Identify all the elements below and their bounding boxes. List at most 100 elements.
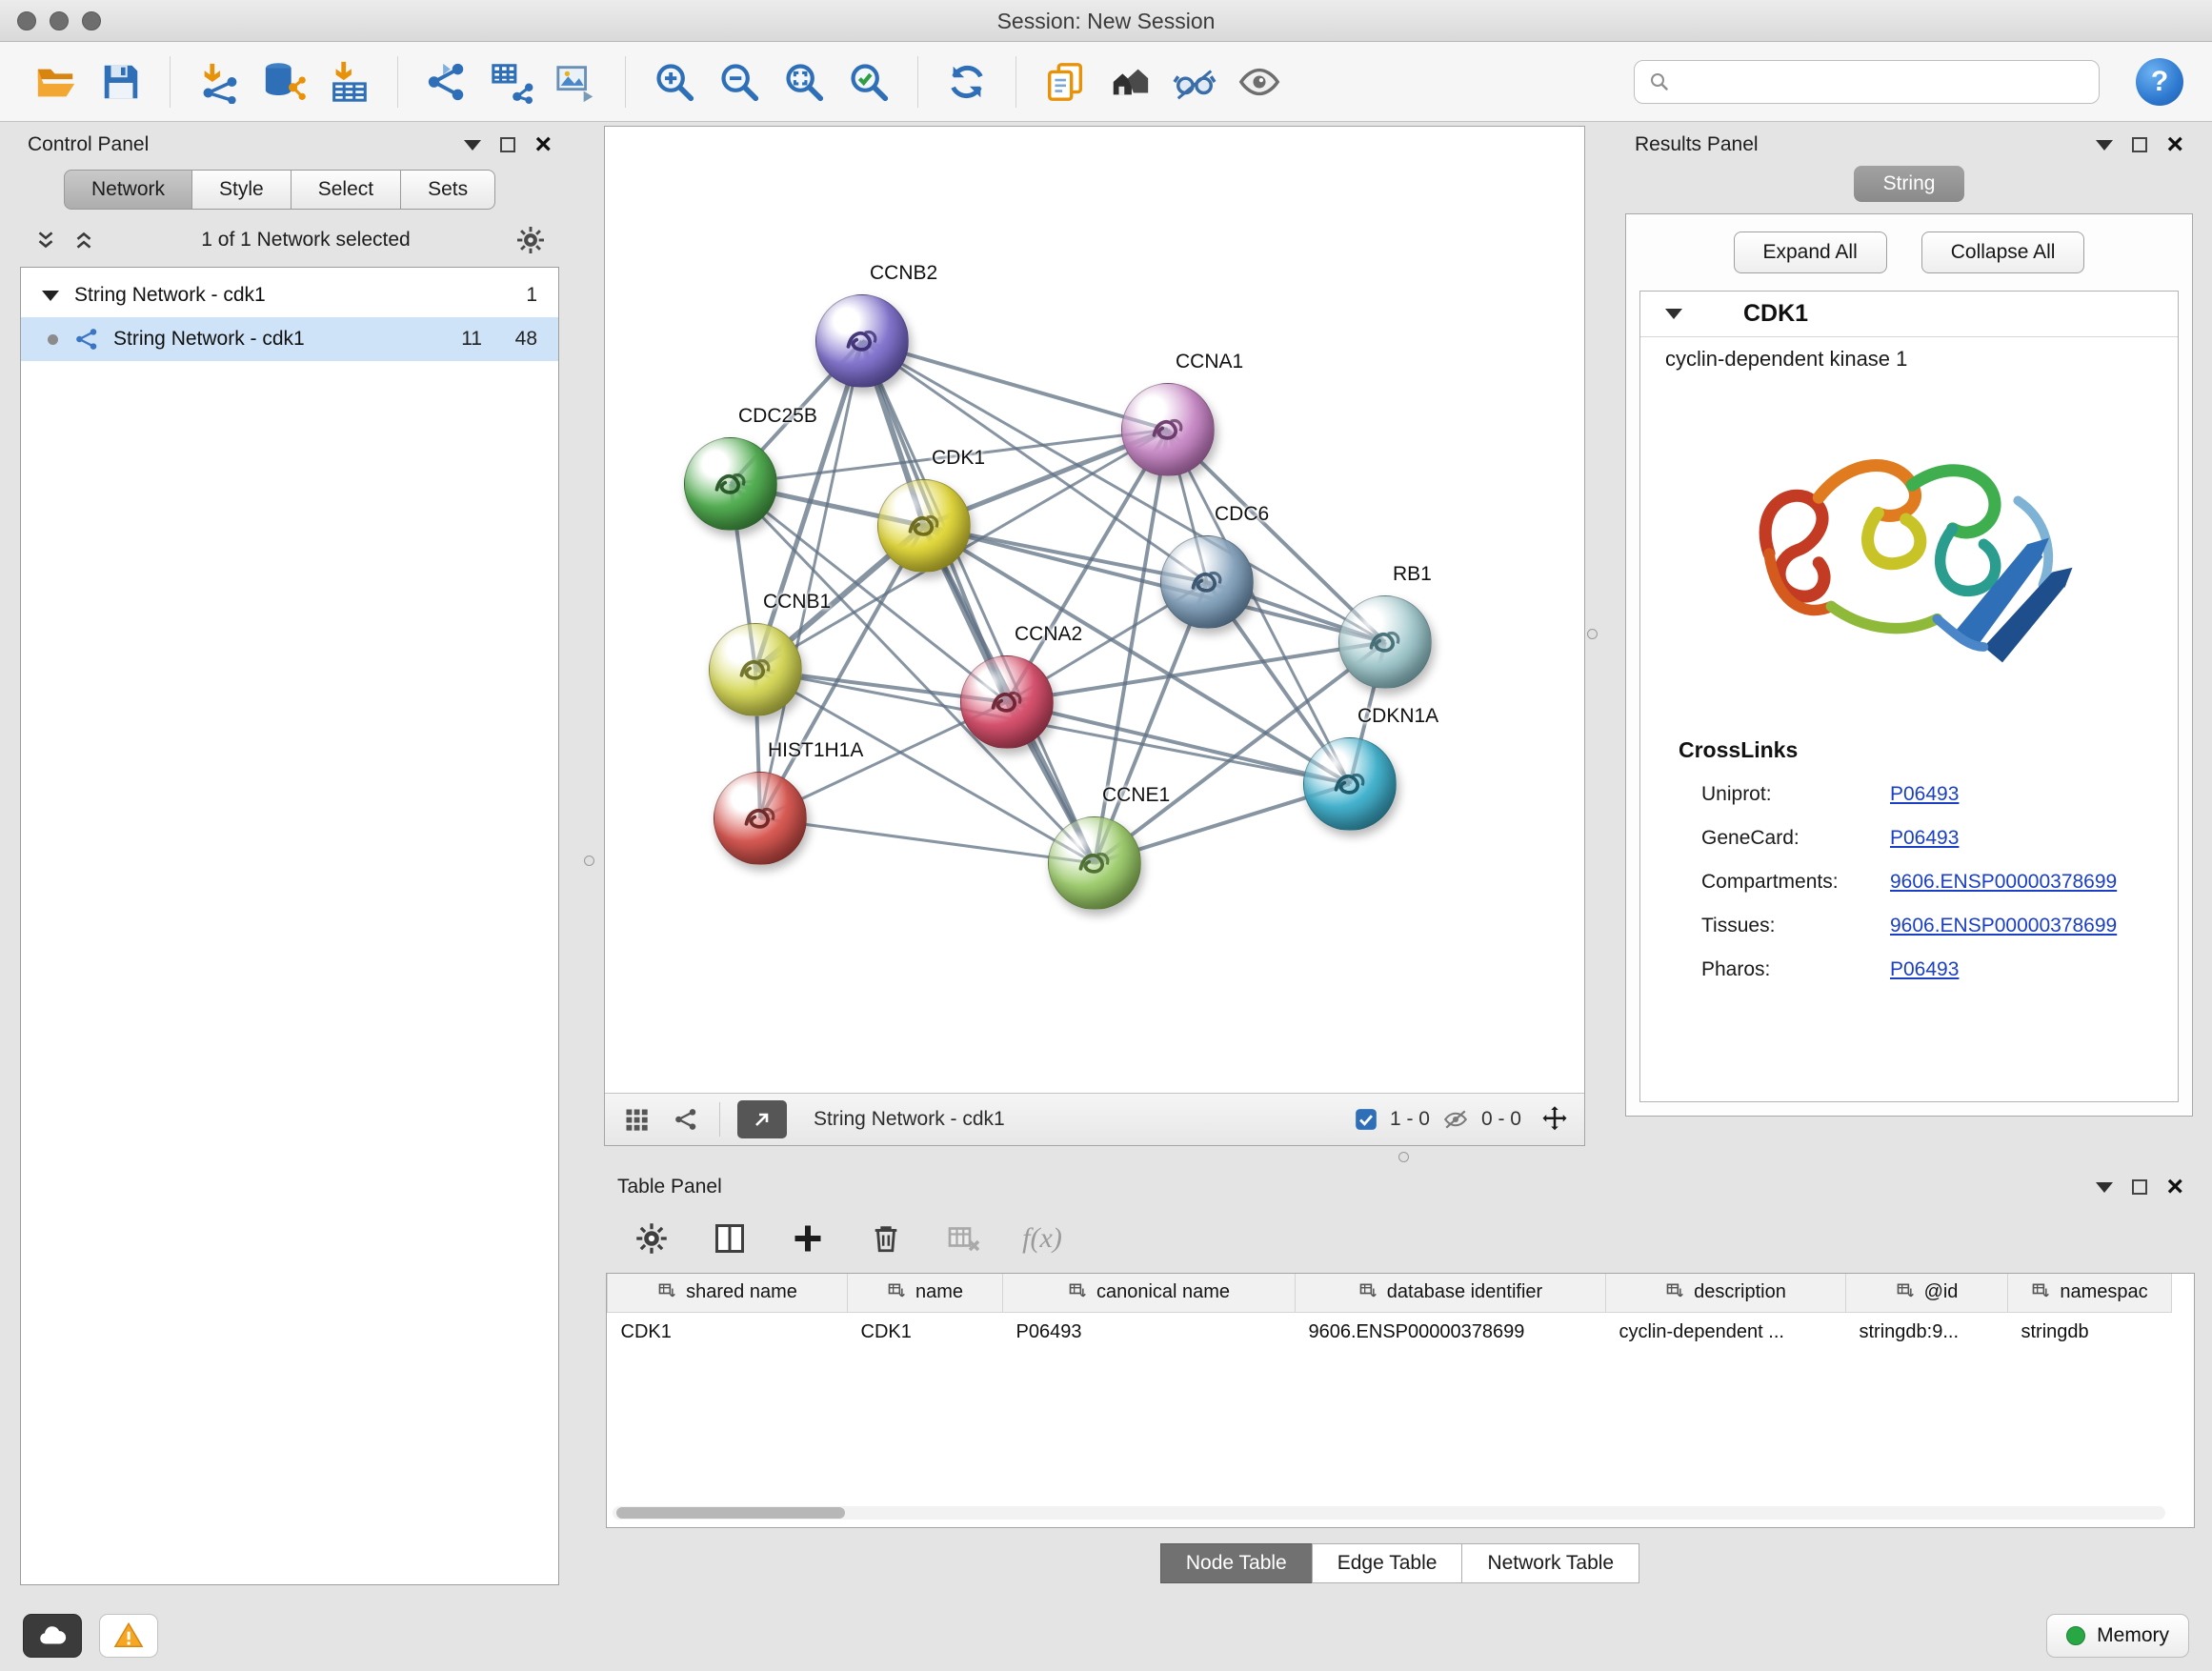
zoom-selected-button[interactable]: [841, 54, 896, 110]
zoom-in-button[interactable]: [647, 54, 702, 110]
network-edge-HIST1H1A-CCNE1[interactable]: [760, 818, 1095, 863]
splitter-handle[interactable]: [1587, 629, 1598, 639]
float-panel-icon[interactable]: [500, 137, 515, 152]
network-node-CDKN1A[interactable]: [1303, 737, 1397, 831]
network-edge-CDK1-RB1[interactable]: [924, 526, 1385, 642]
network-row[interactable]: String Network - cdk1 11 48: [21, 317, 558, 361]
tab-sets[interactable]: Sets: [400, 170, 495, 210]
table-cell[interactable]: stringdb: [2008, 1312, 2172, 1352]
column-header-name[interactable]: name: [848, 1274, 1003, 1312]
table-close-icon[interactable]: ×: [2166, 1177, 2183, 1198]
search-input[interactable]: [1679, 63, 2099, 101]
protein-collapse-icon[interactable]: [1665, 309, 1682, 319]
collection-expand-icon[interactable]: [42, 291, 59, 301]
network-node-CCNB1[interactable]: [709, 623, 802, 716]
splitter-handle[interactable]: [584, 856, 594, 866]
column-header-shared-name[interactable]: shared name: [608, 1274, 848, 1312]
panel-menu-icon[interactable]: [464, 140, 481, 151]
splitter-handle[interactable]: [1398, 1152, 1409, 1162]
home-button[interactable]: [1102, 54, 1157, 110]
collapse-all-button[interactable]: Collapse All: [1921, 232, 2085, 273]
table-cell[interactable]: CDK1: [848, 1312, 1003, 1352]
network-canvas[interactable]: CCNB2CCNA1CDC25BCDK1CDC6RB1CCNB1CCNA2CDK…: [605, 127, 1584, 1093]
export-image-button[interactable]: [549, 54, 604, 110]
network-node-CDC6[interactable]: [1160, 535, 1254, 629]
results-close-icon[interactable]: ×: [2166, 134, 2183, 155]
network-node-CCNE1[interactable]: [1048, 816, 1141, 910]
help-button[interactable]: ?: [2136, 58, 2183, 106]
network-node-RB1[interactable]: [1338, 595, 1432, 689]
column-header-canonical-name[interactable]: canonical name: [1003, 1274, 1296, 1312]
network-node-CCNA1[interactable]: [1121, 383, 1215, 476]
network-node-CCNA2[interactable]: [960, 655, 1054, 749]
expand-all-button[interactable]: Expand All: [1734, 232, 1887, 273]
selected-checkbox-icon[interactable]: [1354, 1107, 1378, 1132]
network-overview-icon[interactable]: [670, 1103, 702, 1136]
table-cell[interactable]: stringdb:9...: [1846, 1312, 2008, 1352]
delete-table-button[interactable]: [943, 1218, 985, 1259]
crosslink-value-link[interactable]: P06493: [1890, 827, 1959, 850]
table-cell[interactable]: CDK1: [608, 1312, 848, 1352]
detach-view-button[interactable]: [737, 1100, 787, 1138]
tab-string[interactable]: String: [1854, 166, 1964, 202]
zoom-out-button[interactable]: [712, 54, 767, 110]
table-cell[interactable]: cyclin-dependent ...: [1606, 1312, 1846, 1352]
network-edge-CCNB2-CCNE1[interactable]: [862, 341, 1095, 863]
close-panel-icon[interactable]: ×: [534, 134, 552, 155]
crosslink-value-link[interactable]: P06493: [1890, 783, 1959, 806]
table-row[interactable]: CDK1CDK1P064939606.ENSP00000378699cyclin…: [608, 1312, 2172, 1352]
cloud-status-button[interactable]: [23, 1614, 82, 1658]
tab-edge-table[interactable]: Edge Table: [1312, 1543, 1463, 1583]
network-node-HIST1H1A[interactable]: [714, 772, 807, 865]
column-header-description[interactable]: description: [1606, 1274, 1846, 1312]
network-node-CDC25B[interactable]: [684, 437, 777, 531]
expand-all-icon[interactable]: [71, 228, 96, 252]
new-network-button[interactable]: [419, 54, 474, 110]
network-options-gear-icon[interactable]: [515, 225, 546, 255]
duplicate-document-button[interactable]: [1037, 54, 1093, 110]
network-node-CCNB2[interactable]: [815, 294, 909, 388]
tab-style[interactable]: Style: [191, 170, 292, 210]
network-collection-row[interactable]: String Network - cdk1 1: [21, 273, 558, 317]
tab-node-table[interactable]: Node Table: [1160, 1543, 1313, 1583]
new-network-from-table-button[interactable]: [484, 54, 539, 110]
delete-column-button[interactable]: [865, 1218, 907, 1259]
tab-network-table[interactable]: Network Table: [1461, 1543, 1639, 1583]
results-float-icon[interactable]: [2132, 137, 2147, 152]
open-session-button[interactable]: [29, 54, 84, 110]
results-menu-icon[interactable]: [2096, 140, 2113, 151]
pan-move-icon[interactable]: [1540, 1105, 1569, 1134]
crosslink-value-link[interactable]: 9606.ENSP00000378699: [1890, 871, 2117, 894]
hide-glasses-button[interactable]: [1167, 54, 1222, 110]
import-table-button[interactable]: [321, 54, 376, 110]
table-menu-icon[interactable]: [2096, 1182, 2113, 1193]
crosslink-value-link[interactable]: 9606.ENSP00000378699: [1890, 915, 2117, 937]
save-session-button[interactable]: [93, 54, 149, 110]
column-header-namespac[interactable]: namespac: [2008, 1274, 2172, 1312]
network-edge-RB1-CCNA2[interactable]: [1007, 642, 1385, 702]
collapse-all-icon[interactable]: [33, 228, 58, 252]
network-node-CDK1[interactable]: [877, 479, 971, 573]
select-columns-button[interactable]: [709, 1218, 751, 1259]
hidden-eye-icon[interactable]: [1441, 1107, 1470, 1132]
table-horizontal-scrollbar[interactable]: [613, 1506, 2165, 1520]
import-network-from-file-button[interactable]: [191, 54, 247, 110]
table-options-button[interactable]: [631, 1218, 673, 1259]
show-eye-button[interactable]: [1232, 54, 1287, 110]
protein-header-row[interactable]: CDK1: [1640, 292, 2178, 337]
birds-eye-grid-icon[interactable]: [620, 1103, 653, 1136]
tab-select[interactable]: Select: [291, 170, 401, 210]
warnings-button[interactable]: [99, 1614, 158, 1658]
crosslink-value-link[interactable]: P06493: [1890, 958, 1959, 981]
column-header-database-identifier[interactable]: database identifier: [1296, 1274, 1606, 1312]
memory-button[interactable]: Memory: [2046, 1614, 2189, 1658]
table-float-icon[interactable]: [2132, 1179, 2147, 1195]
table-cell[interactable]: P06493: [1003, 1312, 1296, 1352]
function-builder-button[interactable]: f(x): [1021, 1218, 1063, 1259]
import-network-from-database-button[interactable]: [256, 54, 312, 110]
table-cell[interactable]: 9606.ENSP00000378699: [1296, 1312, 1606, 1352]
scrollbar-thumb[interactable]: [616, 1507, 845, 1519]
tab-network[interactable]: Network: [64, 170, 192, 210]
zoom-fit-button[interactable]: [776, 54, 832, 110]
column-header--id[interactable]: @id: [1846, 1274, 2008, 1312]
